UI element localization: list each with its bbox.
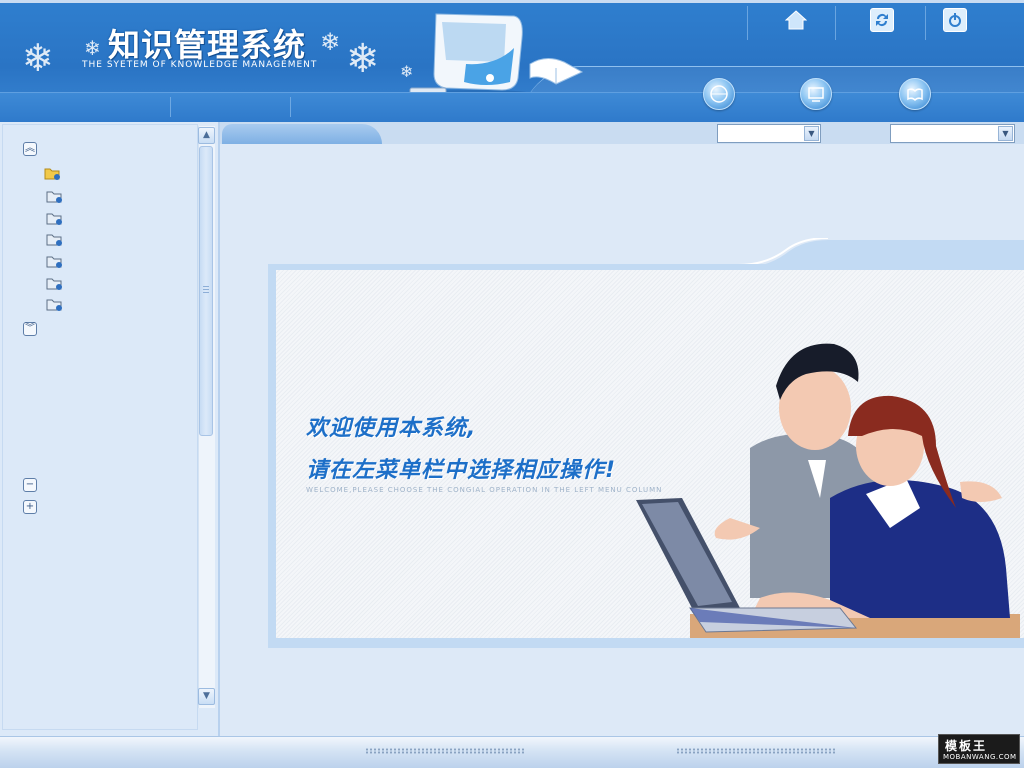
- select-dropdown-2[interactable]: ▼: [890, 124, 1015, 143]
- open-folder-icon[interactable]: [44, 166, 62, 180]
- scroll-down-button[interactable]: ▼: [198, 688, 215, 705]
- chevron-down-icon: ▼: [804, 126, 819, 141]
- nav-button-2[interactable]: [800, 78, 832, 110]
- expand-all-button[interactable]: +: [23, 500, 37, 514]
- power-icon: [949, 13, 961, 27]
- watermark-cn: 模板王: [945, 739, 988, 753]
- home-icon: [785, 10, 807, 30]
- sub-bar-divider: [290, 97, 291, 117]
- folder-icon[interactable]: [46, 276, 64, 290]
- collapse-all-button[interactable]: −: [23, 478, 37, 492]
- chevron-down-icon: ▼: [998, 126, 1013, 141]
- toolbar-divider: [925, 6, 926, 40]
- logout-button[interactable]: [943, 8, 967, 32]
- scroll-up-button[interactable]: ▲: [198, 127, 215, 144]
- nav-button-3[interactable]: [899, 78, 931, 110]
- folder-icon[interactable]: [46, 254, 64, 268]
- select-dropdown-1[interactable]: ▼: [717, 124, 821, 143]
- sub-bar-divider: [170, 97, 171, 117]
- snowflake-icon: ❄: [320, 28, 341, 56]
- watermark-logo: 模板王 MOBANWANG.COM: [938, 734, 1020, 764]
- book-icon: [907, 88, 923, 102]
- header-banner: ❄ ❄ ❄ ❄ ❄ 知识管理系统 THE SYETEM OF KNOWLEDGE…: [0, 0, 1024, 122]
- footer-dots-decoration: [676, 748, 836, 754]
- footer-dots-decoration: [365, 748, 525, 754]
- app-subtitle: THE SYETEM OF KNOWLEDGE MANAGEMENT: [82, 60, 318, 70]
- sidebar-frame: [2, 124, 198, 730]
- watermark-en: MOBANWANG.COM: [943, 753, 1017, 761]
- home-button[interactable]: [784, 8, 808, 32]
- folder-icon[interactable]: [46, 211, 64, 225]
- toolbar-divider: [835, 6, 836, 40]
- welcome-instruction: 请在左菜单栏中选择相应操作!: [306, 458, 617, 483]
- double-chevron-down-icon: ︾: [25, 323, 35, 334]
- refresh-icon: [876, 13, 888, 26]
- plus-box-icon: +: [25, 501, 35, 512]
- main-tab[interactable]: [222, 124, 382, 144]
- expand-up-button[interactable]: ︽: [23, 142, 37, 156]
- folder-icon[interactable]: [46, 297, 64, 311]
- snowflake-icon: ❄: [22, 36, 54, 80]
- refresh-button[interactable]: [870, 8, 894, 32]
- folder-icon[interactable]: [46, 189, 64, 203]
- snowflake-icon: ❄: [84, 36, 101, 60]
- globe-icon: [710, 85, 728, 103]
- nav-button-1[interactable]: [703, 78, 735, 110]
- double-chevron-up-icon: ︽: [25, 143, 35, 154]
- welcome-english-text: WELCOME,PLEASE CHOOSE THE CONGIAL OPERAT…: [306, 486, 663, 494]
- header-top-line: [0, 0, 1024, 3]
- chevron-up-icon: ▲: [203, 130, 210, 140]
- office-workers-photo: [636, 343, 1020, 638]
- monitor-icon: [808, 87, 824, 102]
- folder-icon[interactable]: [46, 232, 64, 246]
- chevron-down-icon: ▼: [203, 691, 210, 701]
- scroll-grip: [203, 286, 209, 294]
- computer-illustration: [409, 13, 584, 98]
- snowflake-icon: ❄: [346, 36, 380, 82]
- sidebar: [0, 122, 220, 736]
- minus-box-icon: −: [25, 479, 35, 490]
- toolbar-divider: [747, 6, 748, 40]
- collapse-down-button[interactable]: ︾: [23, 322, 37, 336]
- welcome-heading: 欢迎使用本系统,: [306, 416, 477, 441]
- header-sub-bar: [0, 92, 1024, 122]
